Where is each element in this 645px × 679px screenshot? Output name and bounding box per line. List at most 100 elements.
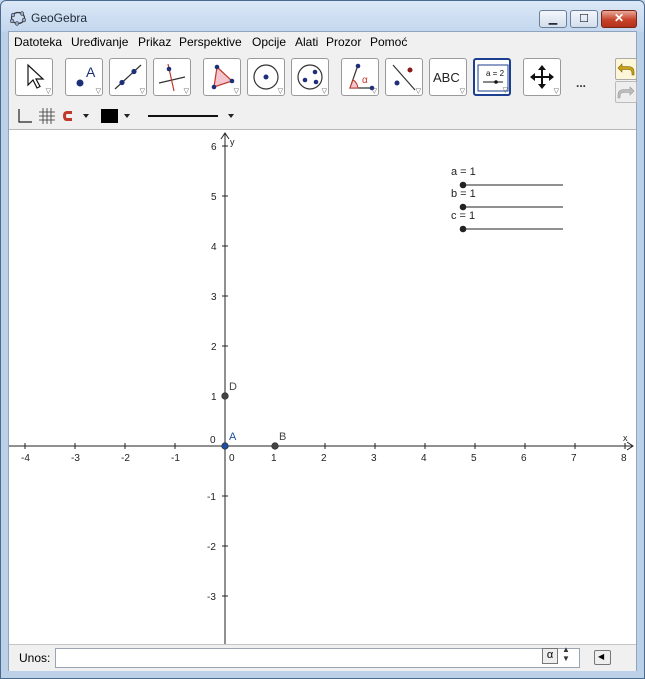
minimize-icon: ▁ — [548, 13, 558, 25]
show-axes-icon[interactable] — [16, 108, 32, 124]
y-axis-label: y — [230, 137, 235, 147]
color-picker-icon[interactable] — [101, 109, 136, 123]
line-tool-button[interactable]: ▽ — [109, 58, 147, 96]
y-tick-label: 5 — [211, 192, 217, 203]
tool-dropdown-icon: ▽ — [183, 88, 189, 95]
style-bar — [9, 104, 636, 130]
x-tick-label: 3 — [371, 453, 377, 464]
menu-datoteka[interactable]: Datoteka — [14, 35, 62, 49]
x-tick-label: 5 — [471, 453, 477, 464]
tool-dropdown-icon: ▽ — [277, 88, 283, 95]
svg-text:A: A — [86, 64, 96, 80]
y-tick-label: -2 — [207, 542, 216, 553]
point-A — [221, 442, 229, 450]
reflect-tool-button[interactable]: ▽ — [385, 58, 423, 96]
down-arrow-icon: ▼ — [562, 654, 570, 663]
input-label: Unos: — [19, 651, 51, 665]
menu-bar: Datoteka Uređivanje Prikaz Perspektive O… — [9, 32, 636, 52]
y-tick-label: -1 — [207, 492, 216, 503]
triangle-left-icon: ◀ — [598, 652, 605, 661]
undo-button[interactable] — [615, 58, 637, 80]
app-client-area: Datoteka Uređivanje Prikaz Perspektive O… — [8, 31, 637, 671]
move-graphics-tool-button[interactable]: ▽ — [523, 58, 561, 96]
more-tools-button[interactable]: ... — [576, 76, 586, 90]
text-tool-button[interactable]: ABC ▽ — [429, 58, 467, 96]
point-label-A: A — [229, 431, 237, 443]
conic-tool-button[interactable]: ▽ — [291, 58, 329, 96]
x-tick-label: 2 — [321, 453, 327, 464]
point-D — [221, 392, 229, 400]
circle-tool-button[interactable]: ▽ — [247, 58, 285, 96]
graphics-view[interactable]: x y -4 -3 -2 -1 0 1 2 3 4 5 6 7 8 6 5 4 3 2 1 -1 -2 -3 0 A B Da = 1… — [9, 130, 636, 644]
y-tick-label: 6 — [211, 142, 217, 153]
toolbar: ▽ A ▽ ▽ ▽ ▽ ▽ ▽ α ▽ ▽ ABC ▽ a = 2 ▽ ▽ ..… — [9, 52, 637, 105]
slider-tool-button[interactable]: a = 2 ▽ — [473, 58, 511, 96]
up-arrow-icon: ▲ — [562, 645, 570, 654]
x-tick-label: -3 — [71, 453, 80, 464]
menu-pomoc[interactable]: Pomoć — [370, 35, 407, 49]
menu-opcije[interactable]: Opcije — [252, 35, 286, 49]
tool-dropdown-icon: ▽ — [45, 88, 51, 95]
redo-icon — [617, 86, 635, 99]
text-tool-label: ABC — [433, 70, 460, 85]
point-B — [271, 442, 279, 450]
y-tick-label: 4 — [211, 242, 217, 253]
input-field[interactable] — [55, 648, 580, 668]
history-spinner[interactable]: ▲ ▼ — [562, 645, 570, 663]
toggle-input-help-button[interactable]: ◀ — [594, 650, 611, 665]
input-bar: Unos: α ▲ ▼ ◀ — [9, 644, 636, 671]
y-tick-label: 3 — [211, 292, 217, 303]
maximize-icon: ☐ — [579, 13, 589, 25]
tool-dropdown-icon: ▽ — [459, 88, 465, 95]
redo-button[interactable] — [615, 81, 637, 103]
title-bar[interactable]: GeoGebra ▁ ☐ ✕ — [1, 1, 644, 31]
tool-dropdown-icon: ▽ — [321, 88, 327, 95]
close-button[interactable]: ✕ — [601, 10, 637, 28]
y-tick-label: 2 — [211, 342, 217, 353]
point-capturing-icon[interactable] — [61, 109, 91, 123]
menu-alati[interactable]: Alati — [295, 35, 318, 49]
menu-uredivanje[interactable]: Uređivanje — [71, 35, 128, 49]
tool-dropdown-icon: ▽ — [502, 87, 508, 94]
y-tick-label: -3 — [207, 592, 216, 603]
tool-dropdown-icon: ▽ — [233, 88, 239, 95]
line-style-icon[interactable] — [146, 109, 241, 123]
x-tick-label: 6 — [521, 453, 527, 464]
show-grid-icon[interactable] — [39, 108, 55, 124]
window-title: GeoGebra — [31, 11, 88, 25]
menu-prikaz[interactable]: Prikaz — [138, 35, 171, 49]
geogebra-window: GeoGebra ▁ ☐ ✕ Datoteka Uređivanje Prika… — [0, 0, 645, 679]
slider-label-0: a = 1 — [451, 166, 476, 178]
slider-tool-label: a = 2 — [486, 69, 505, 78]
x-tick-label: -2 — [121, 453, 130, 464]
move-tool-button[interactable]: ▽ — [15, 58, 53, 96]
x-tick-label: 0 — [229, 453, 235, 464]
maximize-button[interactable]: ☐ — [570, 10, 598, 28]
perpendicular-tool-button[interactable]: ▽ — [153, 58, 191, 96]
origin-label: 0 — [210, 435, 216, 446]
angle-tool-button[interactable]: α ▽ — [341, 58, 379, 96]
slider-handle-2 — [459, 225, 467, 233]
undo-icon — [617, 63, 635, 76]
polygon-tool-button[interactable]: ▽ — [203, 58, 241, 96]
point-tool-button[interactable]: A ▽ — [65, 58, 103, 96]
x-tick-label: 8 — [621, 453, 627, 464]
tool-dropdown-icon: ▽ — [139, 88, 145, 95]
tool-dropdown-icon: ▽ — [415, 88, 421, 95]
close-icon: ✕ — [613, 11, 625, 25]
y-tick-label: 1 — [211, 392, 217, 403]
symbol-button[interactable]: α — [542, 648, 558, 664]
menu-perspektive[interactable]: Perspektive — [179, 35, 242, 49]
x-tick-label: 7 — [571, 453, 577, 464]
x-tick-label: -4 — [21, 453, 30, 464]
graphics-canvas[interactable]: x y -4 -3 -2 -1 0 1 2 3 4 5 6 7 8 6 5 4 3 2 1 -1 -2 -3 0 A B Da = 1… — [9, 130, 636, 644]
point-label-B: B — [279, 431, 286, 443]
point-label-D: D — [229, 381, 237, 393]
x-tick-label: -1 — [171, 453, 180, 464]
menu-prozor[interactable]: Prozor — [326, 35, 361, 49]
minimize-button[interactable]: ▁ — [539, 10, 567, 28]
tool-dropdown-icon: ▽ — [95, 88, 101, 95]
x-axis-label: x — [623, 433, 628, 443]
slider-label-2: c = 1 — [451, 210, 475, 222]
svg-text:α: α — [362, 75, 368, 86]
